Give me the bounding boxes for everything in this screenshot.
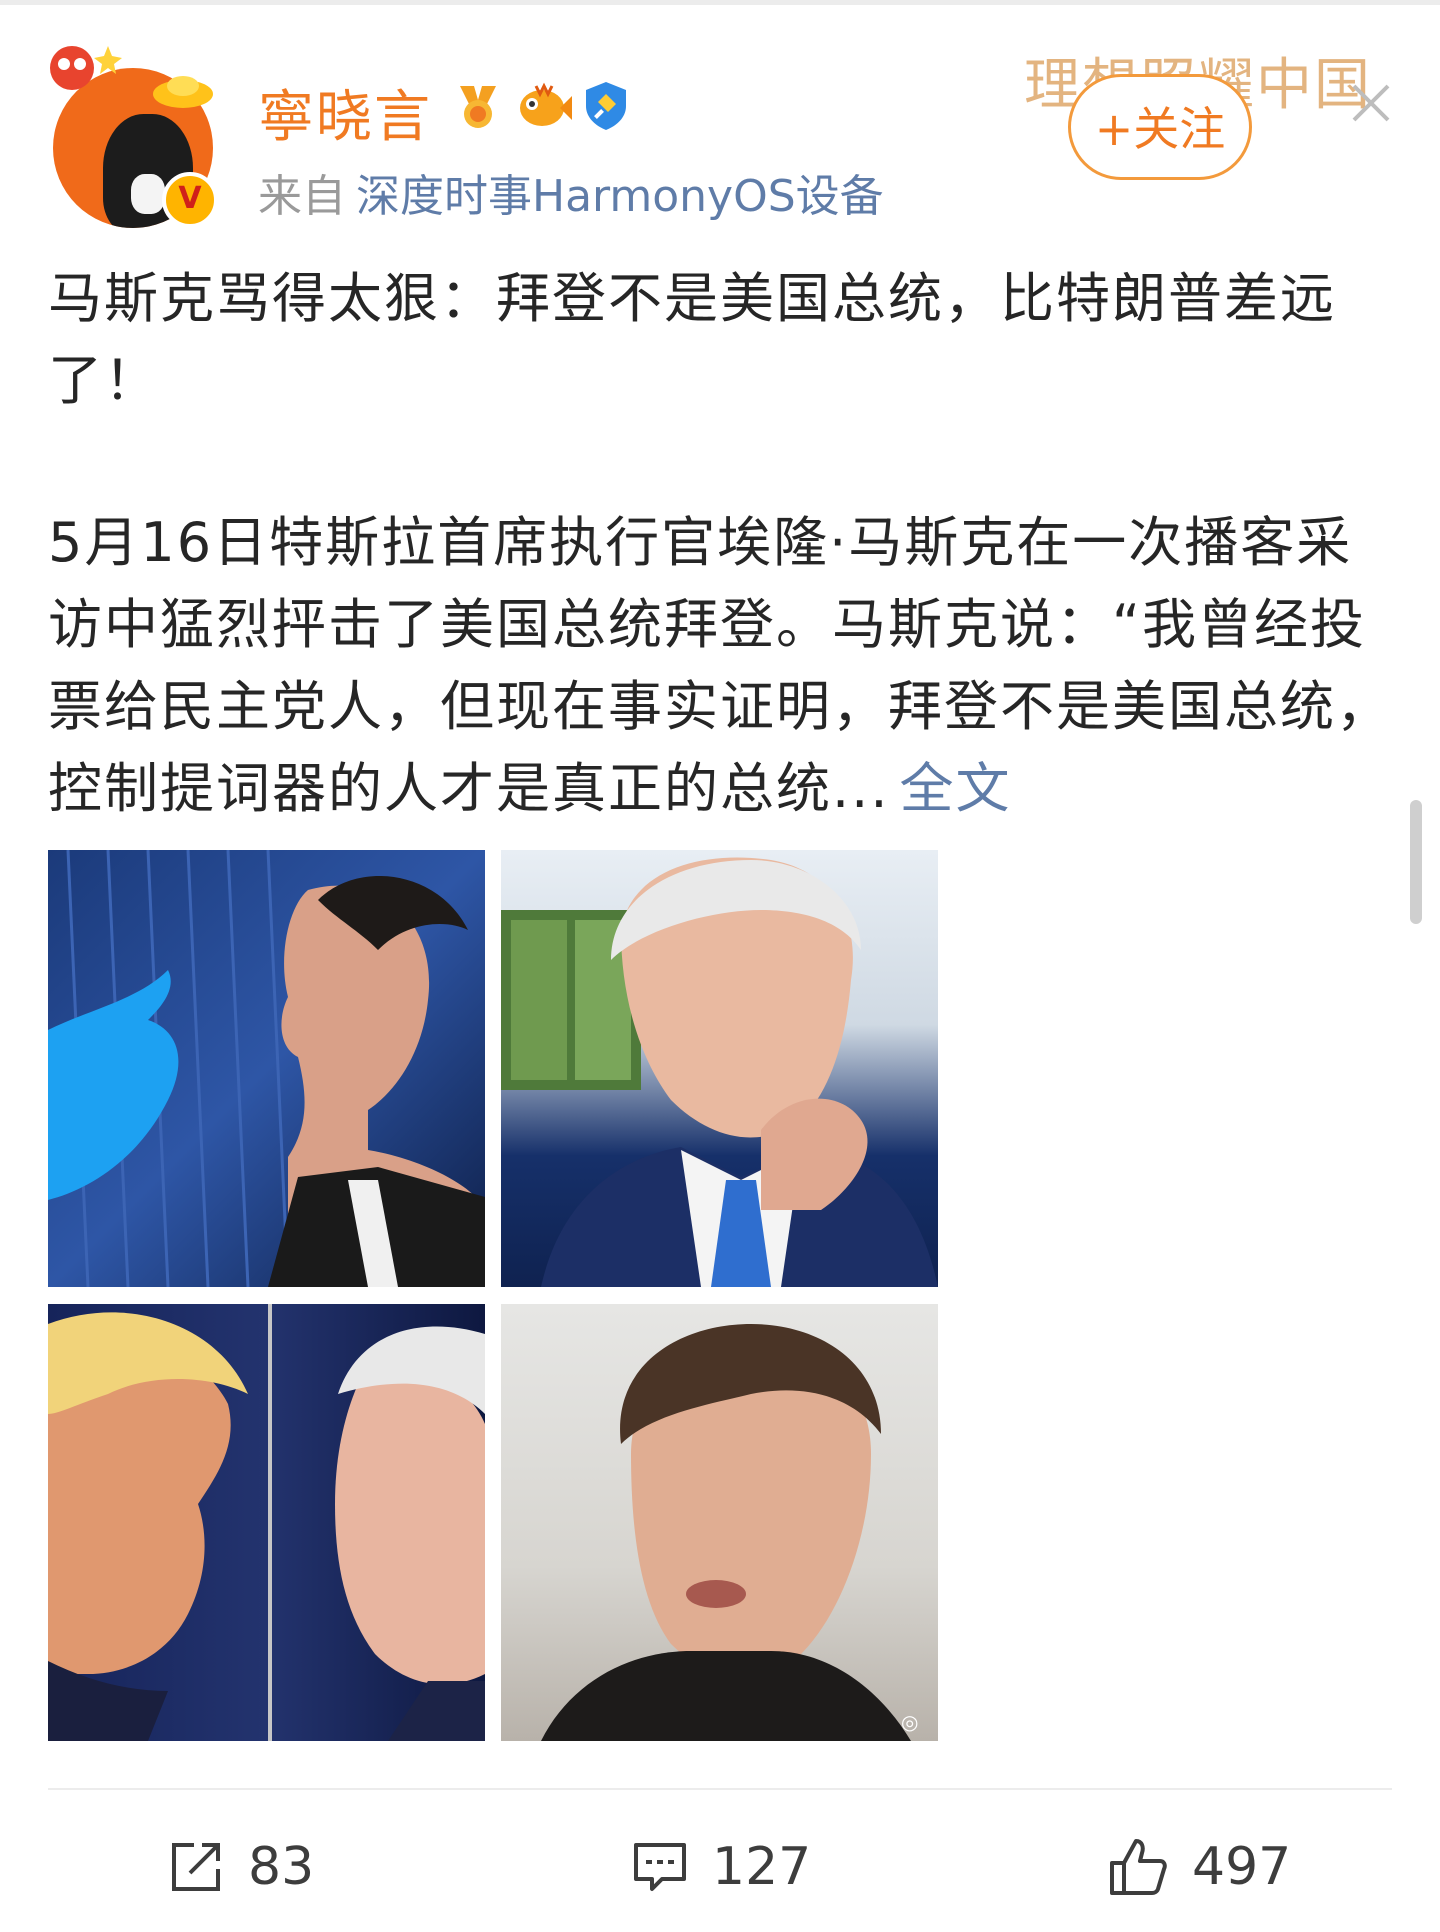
username[interactable]: 寧晓言 bbox=[258, 72, 432, 153]
action-divider bbox=[48, 1788, 1392, 1790]
photo-musk-twitter-logo[interactable] bbox=[48, 850, 485, 1287]
post-body: 5月16日特斯拉首席执行官埃隆·马斯克在一次播客采访中猛烈抨击了美国总统拜登。马… bbox=[48, 502, 1398, 830]
shield-badge-icon[interactable] bbox=[580, 80, 632, 132]
like-button[interactable]: 497 bbox=[1106, 1832, 1291, 1902]
follow-button[interactable]: +关注 bbox=[1068, 74, 1252, 180]
avatar-decoration-icon bbox=[50, 46, 122, 90]
close-icon[interactable] bbox=[1344, 76, 1398, 130]
svg-text:◎: ◎ bbox=[901, 1710, 918, 1734]
repost-button[interactable]: 83 bbox=[166, 1832, 314, 1902]
repost-icon bbox=[172, 1843, 220, 1891]
source-device-link[interactable]: 深度时事HarmonyOS设备 bbox=[356, 171, 884, 222]
medal-badge-icon[interactable] bbox=[452, 80, 504, 132]
photo-musk-video[interactable]: ◎ bbox=[501, 1304, 938, 1741]
post-body-text: 5月16日特斯拉首席执行官埃隆·马斯克在一次播客采访中猛烈抨击了美国总统拜登。马… bbox=[48, 511, 1392, 820]
gold-ingot-icon bbox=[153, 76, 213, 108]
verified-badge: V bbox=[162, 172, 218, 228]
photo-biden[interactable] bbox=[501, 850, 938, 1287]
cat-face bbox=[131, 174, 165, 214]
comment-icon bbox=[634, 1843, 686, 1891]
comment-button[interactable]: 127 bbox=[630, 1832, 811, 1902]
thumbs-up-icon bbox=[1110, 1839, 1167, 1895]
top-separator bbox=[0, 0, 1440, 5]
scrollbar[interactable] bbox=[1410, 800, 1422, 924]
post-source: 来自 深度时事HarmonyOS设备 bbox=[258, 160, 884, 224]
image-grid: ◎ bbox=[48, 850, 938, 1741]
fish-badge-icon[interactable] bbox=[516, 80, 572, 132]
post-title: 马斯克骂得太狠：拜登不是美国总统，比特朗普差远了！ bbox=[48, 267, 1336, 412]
repost-count: 83 bbox=[248, 1837, 315, 1897]
user-avatar[interactable]: V bbox=[50, 40, 220, 228]
photo-trump-biden[interactable] bbox=[48, 1304, 485, 1741]
source-prefix: 来自 bbox=[258, 171, 346, 222]
like-count: 497 bbox=[1192, 1837, 1292, 1897]
expand-full-text-link[interactable]: 全文 bbox=[900, 757, 1012, 820]
user-badges bbox=[452, 80, 632, 132]
comment-count: 127 bbox=[712, 1837, 812, 1897]
